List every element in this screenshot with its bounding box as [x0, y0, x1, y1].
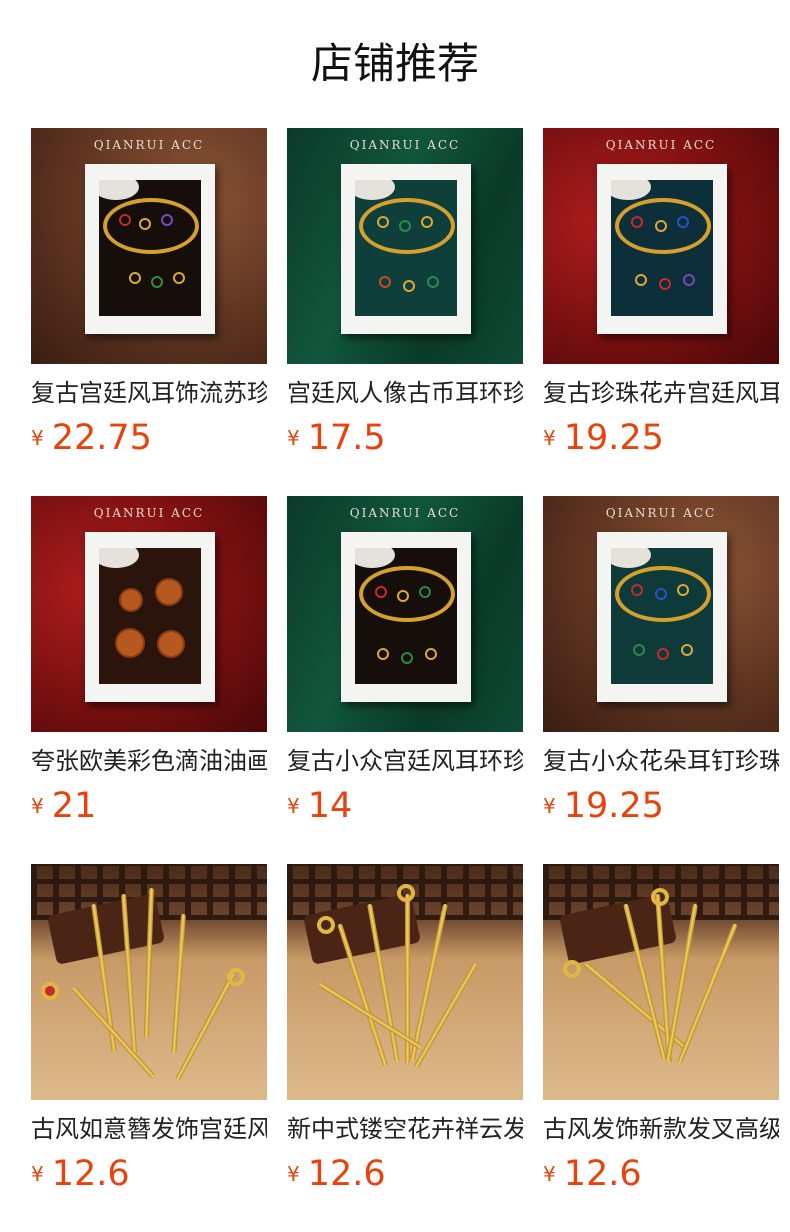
brand-label: QIANRUI ACC — [605, 506, 717, 520]
product-price: ¥19.25 — [543, 786, 664, 826]
brand-label: QIANRUI ACC — [349, 506, 461, 520]
product-name[interactable]: 夸张欧美彩色滴油油画耳 — [31, 744, 267, 778]
brand-label: QIANRUI ACC — [93, 506, 205, 520]
product-image[interactable] — [287, 864, 523, 1100]
picture-frame — [341, 532, 471, 702]
product-price: ¥12.6 — [31, 1154, 130, 1194]
picture-frame — [597, 164, 727, 334]
price-value: 12.6 — [51, 1154, 130, 1194]
currency-symbol: ¥ — [31, 794, 44, 818]
currency-symbol: ¥ — [543, 1162, 556, 1186]
price-value: 12.6 — [563, 1154, 642, 1194]
currency-symbol: ¥ — [543, 794, 556, 818]
product-price: ¥17.5 — [287, 418, 386, 458]
product-price: ¥19.25 — [543, 418, 664, 458]
picture-frame — [341, 164, 471, 334]
product-name[interactable]: 复古宫廷风耳饰流苏珍珠 — [31, 376, 267, 410]
picture-frame — [597, 532, 727, 702]
price-value: 12.6 — [307, 1154, 386, 1194]
currency-symbol: ¥ — [31, 426, 44, 450]
product-image[interactable] — [543, 864, 779, 1100]
product-name[interactable]: 新中式镂空花卉祥云发簪 — [287, 1112, 523, 1146]
product-price: ¥12.6 — [543, 1154, 642, 1194]
product-image[interactable]: QIANRUI ACC — [543, 128, 779, 364]
product-image[interactable] — [31, 864, 267, 1100]
product-image[interactable]: QIANRUI ACC — [31, 496, 267, 732]
currency-symbol: ¥ — [287, 794, 300, 818]
product-image[interactable]: QIANRUI ACC — [287, 128, 523, 364]
picture-frame — [85, 532, 215, 702]
product-name[interactable]: 复古珍珠花卉宫廷风耳饰 — [543, 376, 779, 410]
brand-label: QIANRUI ACC — [605, 138, 717, 152]
product-name[interactable]: 古风发饰新款发叉高级感 — [543, 1112, 779, 1146]
currency-symbol: ¥ — [31, 1162, 44, 1186]
price-value: 19.25 — [563, 786, 664, 826]
product-price: ¥14 — [287, 786, 352, 826]
price-value: 14 — [307, 786, 353, 826]
price-value: 21 — [51, 786, 97, 826]
product-price: ¥21 — [31, 786, 96, 826]
product-image[interactable]: QIANRUI ACC — [31, 128, 267, 364]
product-price: ¥12.6 — [287, 1154, 386, 1194]
product-price: ¥22.75 — [31, 418, 152, 458]
price-value: 19.25 — [563, 418, 664, 458]
picture-frame — [85, 164, 215, 334]
currency-symbol: ¥ — [543, 426, 556, 450]
currency-symbol: ¥ — [287, 1162, 300, 1186]
product-name[interactable]: 复古小众宫廷风耳环珍珠 — [287, 744, 523, 778]
page-title: 店铺推荐 — [310, 39, 479, 88]
product-name[interactable]: 复古小众花朵耳钉珍珠耳 — [543, 744, 779, 778]
brand-label: QIANRUI ACC — [93, 138, 205, 152]
product-name[interactable]: 宫廷风人像古币耳环珍珠 — [287, 376, 523, 410]
price-value: 22.75 — [51, 418, 152, 458]
brand-label: QIANRUI ACC — [349, 138, 461, 152]
product-image[interactable]: QIANRUI ACC — [287, 496, 523, 732]
price-value: 17.5 — [307, 418, 386, 458]
product-name[interactable]: 古风如意簪发饰宫廷风 — [31, 1112, 267, 1146]
currency-symbol: ¥ — [287, 426, 300, 450]
product-image[interactable]: QIANRUI ACC — [543, 496, 779, 732]
